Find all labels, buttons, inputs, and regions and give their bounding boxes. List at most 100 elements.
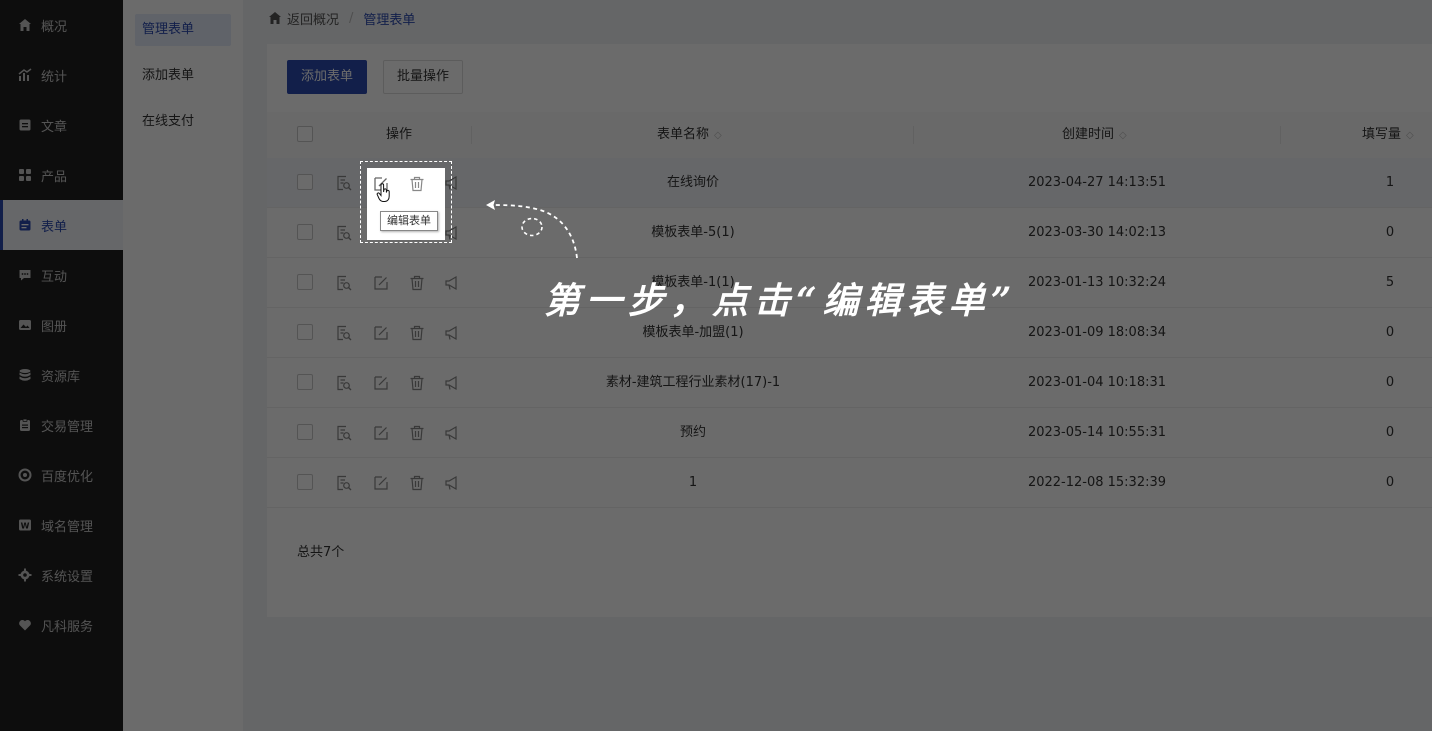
row-checkbox[interactable]: [297, 324, 313, 340]
nav-item-products[interactable]: 产品: [0, 150, 123, 200]
nav-label: 凡科服务: [41, 619, 94, 635]
promote-icon[interactable]: [443, 324, 461, 342]
row-checkbox[interactable]: [297, 174, 313, 190]
edit-icon[interactable]: [372, 274, 390, 292]
nav-label: 文章: [41, 119, 68, 135]
view-form-icon[interactable]: [335, 274, 353, 292]
column-divider: [1280, 126, 1281, 144]
nav-label: 表单: [41, 219, 68, 235]
header-name-label: 表单名称: [657, 127, 710, 142]
batch-operation-button[interactable]: 批量操作: [383, 60, 464, 94]
database-icon: [17, 367, 33, 383]
article-icon: [17, 117, 33, 133]
header-name[interactable]: 表单名称 ◇: [657, 112, 722, 158]
sort-icon[interactable]: ◇: [714, 113, 722, 159]
row-checkbox[interactable]: [297, 374, 313, 390]
breadcrumb-back-link[interactable]: 返回概况: [287, 9, 339, 28]
domain-icon: W: [17, 517, 33, 533]
add-form-button[interactable]: 添加表单: [287, 60, 368, 94]
form-name-cell[interactable]: 1: [493, 458, 893, 508]
nav-label: 统计: [41, 69, 68, 85]
form-name-cell[interactable]: 预约: [493, 408, 893, 458]
nav-label: 概况: [41, 19, 68, 35]
edit-icon[interactable]: [372, 424, 390, 442]
delete-icon[interactable]: [408, 424, 426, 442]
nav-label: 系统设置: [41, 569, 94, 585]
subnav-item-manage-forms[interactable]: 管理表单: [135, 14, 231, 46]
promote-icon[interactable]: [443, 424, 461, 442]
view-form-icon[interactable]: [335, 224, 353, 242]
nav-label: 域名管理: [41, 519, 94, 535]
nav-label: 资源库: [41, 369, 81, 385]
grid-icon: [17, 167, 33, 183]
nav-item-forms[interactable]: 表单: [0, 200, 123, 250]
edit-form-tooltip: 编辑表单: [380, 211, 438, 231]
nav-item-resources[interactable]: 资源库: [0, 350, 123, 400]
delete-icon[interactable]: [408, 474, 426, 492]
form-list-card: 添加表单 批量操作 操作 表单名称 ◇ 创建时间 ◇ 填写量 ◇ 在线询价 2023-0…: [267, 44, 1432, 617]
nav-item-settings[interactable]: 系统设置: [0, 550, 123, 600]
nav-label: 交易管理: [41, 419, 94, 435]
nav-item-stats[interactable]: 统计: [0, 50, 123, 100]
guide-arrow: [486, 200, 578, 259]
fill-count-cell: 0: [1385, 325, 1395, 340]
nav-label: 互动: [41, 269, 68, 285]
chat-icon: [17, 267, 33, 283]
promote-icon[interactable]: [443, 474, 461, 492]
sort-icon[interactable]: ◇: [1406, 113, 1414, 159]
subnav-item-online-payment[interactable]: 在线支付: [135, 106, 231, 138]
nav-item-service[interactable]: 凡科服务: [0, 600, 123, 650]
row-checkbox[interactable]: [297, 224, 313, 240]
nav-item-trade[interactable]: 交易管理: [0, 400, 123, 450]
fill-count-cell: 0: [1385, 375, 1395, 390]
header-created[interactable]: 创建时间 ◇: [1062, 112, 1127, 158]
promote-icon[interactable]: [443, 374, 461, 392]
subnav-item-add-form[interactable]: 添加表单: [135, 60, 231, 92]
nav-item-interaction[interactable]: 互动: [0, 250, 123, 300]
row-checkbox[interactable]: [297, 474, 313, 490]
header-count[interactable]: 填写量 ◇: [1362, 112, 1414, 158]
header-count-label: 填写量: [1362, 127, 1402, 142]
nav-item-overview[interactable]: 概况: [0, 0, 123, 50]
nav-label: 百度优化: [41, 469, 94, 485]
view-form-icon[interactable]: [335, 374, 353, 392]
fill-count-cell: 0: [1385, 225, 1395, 240]
chart-icon: [17, 67, 33, 83]
nav-label: 图册: [41, 319, 68, 335]
edit-icon[interactable]: [372, 374, 390, 392]
home-icon[interactable]: [268, 11, 282, 25]
nav-item-domain[interactable]: W 域名管理: [0, 500, 123, 550]
fill-count-cell: 5: [1385, 275, 1395, 290]
cursor-hand-icon: [376, 183, 392, 203]
delete-icon[interactable]: [408, 324, 426, 342]
select-all-checkbox[interactable]: [297, 126, 313, 142]
column-divider: [471, 126, 472, 144]
total-count: 总共7个: [297, 545, 345, 560]
sub-navigation: 管理表单 添加表单 在线支付: [123, 0, 243, 731]
form-name-cell[interactable]: 素材-建筑工程行业素材(17)-1: [493, 358, 893, 408]
view-form-icon[interactable]: [335, 424, 353, 442]
nav-item-articles[interactable]: 文章: [0, 100, 123, 150]
delete-icon[interactable]: [408, 274, 426, 292]
row-checkbox[interactable]: [297, 424, 313, 440]
nav-item-album[interactable]: 图册: [0, 300, 123, 350]
promote-icon[interactable]: [443, 274, 461, 292]
view-form-icon[interactable]: [335, 174, 353, 192]
sort-icon[interactable]: ◇: [1119, 113, 1127, 159]
nav-item-seo[interactable]: 百度优化: [0, 450, 123, 500]
edit-icon[interactable]: [372, 324, 390, 342]
refresh-icon: [17, 467, 33, 483]
guide-instruction-text: 第一步，点击“编辑表单”: [544, 280, 1018, 322]
delete-icon[interactable]: [408, 374, 426, 392]
sidebar: 概况 统计 文章 产品 表单 互动 图册 资源库 交易管理 百度优化 W 域名管…: [0, 0, 123, 731]
svg-text:W: W: [21, 521, 30, 530]
header-created-label: 创建时间: [1062, 127, 1115, 142]
view-form-icon[interactable]: [335, 324, 353, 342]
delete-icon[interactable]: [408, 175, 426, 193]
view-form-icon[interactable]: [335, 474, 353, 492]
row-checkbox[interactable]: [297, 274, 313, 290]
fill-count-cell: 0: [1385, 425, 1395, 440]
fill-count-cell: 0: [1385, 475, 1395, 490]
edit-icon[interactable]: [372, 474, 390, 492]
breadcrumb: 返回概况 / 管理表单: [268, 0, 415, 36]
